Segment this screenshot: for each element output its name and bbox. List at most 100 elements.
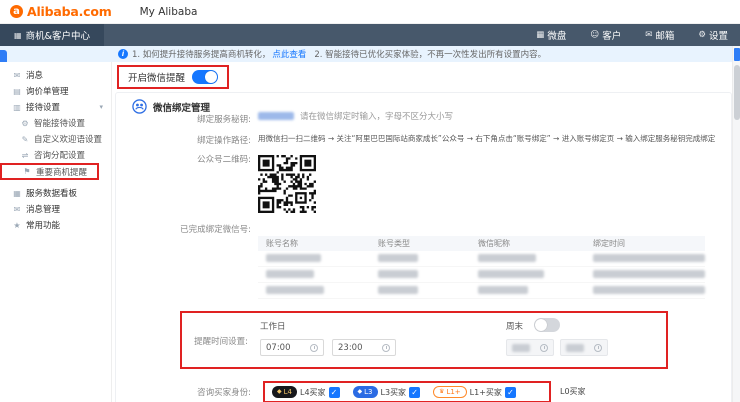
nav-item-customers[interactable]: ☺ 客户 — [578, 24, 633, 46]
workday-end-time-input[interactable]: 23:00 — [332, 339, 396, 356]
weekend-toggle[interactable] — [534, 318, 560, 332]
redacted-text — [478, 253, 536, 262]
diamond-icon: ◆ — [277, 388, 282, 395]
bind-secret-note: 请在微信绑定时输入，字母不区分大小写 — [300, 112, 454, 122]
sidebar-item-label: 智能接待设置 — [34, 119, 86, 129]
diamond-icon: ◆ — [357, 388, 363, 395]
redacted-text — [378, 253, 418, 262]
sidebar-item-common-functions[interactable]: ★ 常用功能 — [0, 217, 111, 233]
card-title: 微信绑定管理 — [153, 102, 211, 114]
dashboard-icon: ▦ — [13, 188, 21, 198]
notice-link[interactable]: 点此查看 — [272, 48, 306, 60]
table-header-row: 账号名称 账号类型 微信昵称 绑定时间 — [258, 236, 705, 251]
tier-text: L1+ — [446, 387, 461, 396]
card-title-row: 微信绑定管理 — [132, 99, 210, 114]
main-nav: ▦ 商机&客户中心 ▦ 微盘 ☺ 客户 ✉ 邮箱 ⚙ 设置 — [0, 24, 740, 46]
sidebar-item-message-management[interactable]: ✉ 消息管理 — [0, 201, 111, 217]
redacted-text — [566, 343, 584, 352]
weekend-start-time-input — [506, 339, 554, 356]
page-scrollbar[interactable] — [732, 46, 740, 402]
sidebar-item-custom-welcome-settings[interactable]: ✎ 自定义欢迎语设置 — [0, 131, 111, 147]
column-header: 账号类型 — [378, 239, 410, 248]
scroll-top-button[interactable] — [734, 48, 740, 61]
reminder-time-section: 提醒时间设置: 工作日 07:00 23:00 周末 — [180, 311, 668, 369]
buyer-l1plus-checkbox[interactable] — [504, 386, 516, 398]
alibaba-logo-text[interactable]: Alibaba.com — [27, 4, 112, 19]
buyer-option-label: L4买家 — [299, 387, 326, 397]
crown-icon: ♛ — [439, 388, 445, 395]
bind-path-label: 绑定操作路径: — [197, 136, 251, 146]
top-header: a Alibaba.com My Alibaba — [0, 0, 740, 24]
weekend-label: 周末 — [506, 322, 524, 332]
sidebar-item-inquiry-management[interactable]: ▤ 询价单管理 — [0, 83, 111, 99]
wechat-binding-card: 微信绑定管理 绑定服务秘钥: 请在微信绑定时输入，字母不区分大小写 绑定操作路径… — [115, 92, 732, 402]
gear-icon: ⚙ — [21, 118, 29, 128]
sidebar-group-reception-settings[interactable]: ▥ 接待设置 ▾ — [0, 99, 111, 115]
table-row[interactable] — [258, 283, 705, 299]
nav-item-cloud-disk[interactable]: ▦ 微盘 — [524, 24, 578, 46]
nav-item-label: 邮箱 — [655, 31, 675, 42]
clock-icon — [540, 343, 548, 352]
disk-icon: ▦ — [536, 30, 545, 40]
sidebar-item-label: 服务数据看板 — [26, 189, 78, 199]
info-icon: i — [118, 49, 128, 59]
sidebar-item-messages[interactable]: ✉ 消息 — [0, 67, 111, 83]
table-row[interactable] — [258, 267, 705, 283]
workday-end-value: 23:00 — [338, 342, 363, 353]
wechat-reminder-toggle-label: 开启微信提醒 — [128, 73, 186, 84]
wechat-reminder-toggle[interactable] — [192, 70, 219, 84]
redacted-text — [593, 269, 705, 278]
redacted-text — [593, 285, 705, 294]
buyer-option-l4[interactable]: ◆ L4 L4买家 — [272, 386, 340, 398]
sidebar-item-consult-assignment-settings[interactable]: ⇌ 咨询分配设置 — [0, 147, 111, 163]
sidebar-item-smart-reception-settings[interactable]: ⚙ 智能接待设置 — [0, 115, 111, 131]
nav-item-label: 客户 — [602, 31, 622, 42]
workday-start-value: 07:00 — [266, 342, 291, 353]
sidebar-item-service-data-dashboard[interactable]: ▦ 服务数据看板 — [0, 185, 111, 201]
tier-badge-l3: ◆ L3 — [352, 386, 378, 398]
column-header: 账号名称 — [266, 239, 298, 248]
star-icon: ★ — [13, 220, 21, 230]
nav-item-settings[interactable]: ⚙ 设置 — [686, 24, 740, 46]
qr-code — [258, 155, 316, 213]
redacted-text — [266, 269, 314, 278]
qr-label: 公众号二维码: — [197, 155, 251, 165]
redacted-text — [512, 343, 530, 352]
buyer-option-l3[interactable]: ◆ L3 L3买家 — [352, 386, 421, 398]
buyer-l4-checkbox[interactable] — [328, 386, 340, 398]
nav-tab-label: 商机&客户中心 — [25, 31, 90, 42]
sidebar-item-label: 接待设置 — [26, 103, 61, 113]
sidebar-item-important-business-reminder[interactable]: ⚑ 重要商机提醒 — [0, 163, 99, 180]
app-root: a Alibaba.com My Alibaba ▦ 商机&客户中心 ▦ 微盘 … — [0, 0, 740, 402]
tab-business-customer-center[interactable]: ▦ 商机&客户中心 — [0, 24, 104, 46]
bound-accounts-label: 已完成绑定微信号: — [180, 225, 251, 235]
message-icon: ✉ — [13, 70, 21, 80]
reminder-time-label: 提醒时间设置: — [194, 337, 248, 347]
buyer-identity-label: 咨询买家身份: — [197, 388, 251, 398]
redacted-text — [593, 253, 705, 262]
bound-accounts-table: 账号名称 账号类型 微信昵称 绑定时间 — [258, 236, 705, 299]
main-content: 开启微信提醒 微信绑定管理 绑定服务秘钥: 请在微信绑定时输入，字母不区分大小写… — [113, 62, 732, 402]
buyer-option-l0[interactable]: L0买家 — [560, 386, 586, 397]
workday-start-time-input[interactable]: 07:00 — [260, 339, 324, 356]
sidebar-item-label: 消息管理 — [26, 205, 61, 215]
clock-icon — [310, 343, 318, 352]
sidebar-item-label: 询价单管理 — [26, 87, 69, 97]
buyer-option-label: L1+买家 — [469, 387, 502, 397]
column-header: 绑定时间 — [593, 239, 625, 248]
buyer-option-l1plus[interactable]: ♛ L1+ L1+买家 — [433, 386, 516, 398]
bind-path-value: 用微信扫一扫二维码 → 关注“阿里巴巴国际站商家成长”公众号 → 右下角点击“账… — [258, 134, 716, 143]
gear-icon: ⚙ — [698, 30, 706, 40]
redacted-text — [266, 285, 324, 294]
nav-item-label: 设置 — [708, 31, 728, 42]
table-row[interactable] — [258, 251, 705, 267]
tier-text: L3 — [364, 387, 373, 396]
scrollbar-thumb[interactable] — [734, 65, 740, 120]
sidebar: ✉ 消息 ▤ 询价单管理 ▥ 接待设置 ▾ ⚙ 智能接待设置 ✎ 自定义欢迎语设… — [0, 62, 112, 402]
nav-item-mailbox[interactable]: ✉ 邮箱 — [633, 24, 686, 46]
my-alibaba-title[interactable]: My Alibaba — [140, 6, 198, 18]
buyer-l3-checkbox[interactable] — [409, 386, 421, 398]
clock-icon — [594, 343, 602, 352]
qr-code-svg — [258, 155, 316, 213]
sidebar-item-label: 咨询分配设置 — [34, 151, 86, 161]
